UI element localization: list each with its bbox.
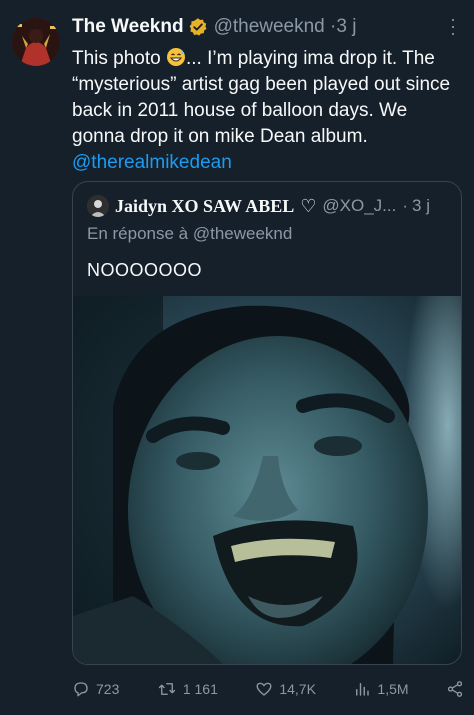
quote-photo[interactable] [73,296,461,664]
heart-outline-icon: ♡ [300,195,317,216]
quoted-tweet[interactable]: Jaidyn XO SAW ABEL ♡ @XO_J... · 3 j En r… [72,181,462,665]
quote-header: Jaidyn XO SAW ABEL ♡ @XO_J... · 3 j [87,194,449,218]
author-handle-text: @theweeknd [213,16,325,37]
quote-time[interactable]: 3 j [412,196,430,216]
quote-text: NOOOOOOO [87,260,203,280]
more-options-icon[interactable]: ··· [443,17,464,38]
screaming-man-photo [73,296,461,664]
author-avatar[interactable] [12,18,60,66]
quote-separator-dot: · [402,196,409,215]
reply-icon [74,682,88,697]
like-button[interactable]: 14,7K [255,680,316,698]
tweet-time[interactable]: 3 j [336,16,356,37]
quote-author-name[interactable]: Jaidyn XO SAW ABEL [115,196,294,217]
share-icon [447,681,463,697]
like-count: 14,7K [279,681,316,697]
reply-count: 723 [96,681,120,697]
tweet-actions: 723 1 161 14,7K 1,5M [72,677,464,701]
repost-icon [158,683,176,695]
quote-reply-context: En réponse à @theweeknd [87,224,293,243]
views-chart-icon [356,683,370,696]
heart-icon [256,682,272,696]
tweet-text-part1: This photo [72,48,166,69]
quote-author-handle[interactable]: @XO_J... [322,196,396,216]
repost-button[interactable]: 1 161 [157,680,218,698]
author-name[interactable]: The Weeknd [72,16,184,38]
repost-count: 1 161 [182,681,218,697]
tweet-header: The Weeknd @theweeknd ·3 j ··· [72,14,464,40]
views-button[interactable]: 1,5M [353,680,409,698]
mention-link[interactable]: @therealmikedean [72,150,464,176]
avatar-image [12,18,60,66]
author-handle[interactable]: @theweeknd ·3 j [214,16,357,38]
tweet-text: This photo ... I’m playing ima drop it. … [72,46,464,150]
verified-badge-icon [188,17,208,37]
views-count: 1,5M [377,681,409,697]
reply-button[interactable]: 723 [72,680,119,698]
tweet[interactable]: The Weeknd @theweeknd ·3 j ··· This phot… [72,14,464,176]
share-button[interactable] [446,680,464,698]
grinning-sweat-emoji [166,47,186,67]
quote-author-avatar[interactable] [87,195,109,217]
